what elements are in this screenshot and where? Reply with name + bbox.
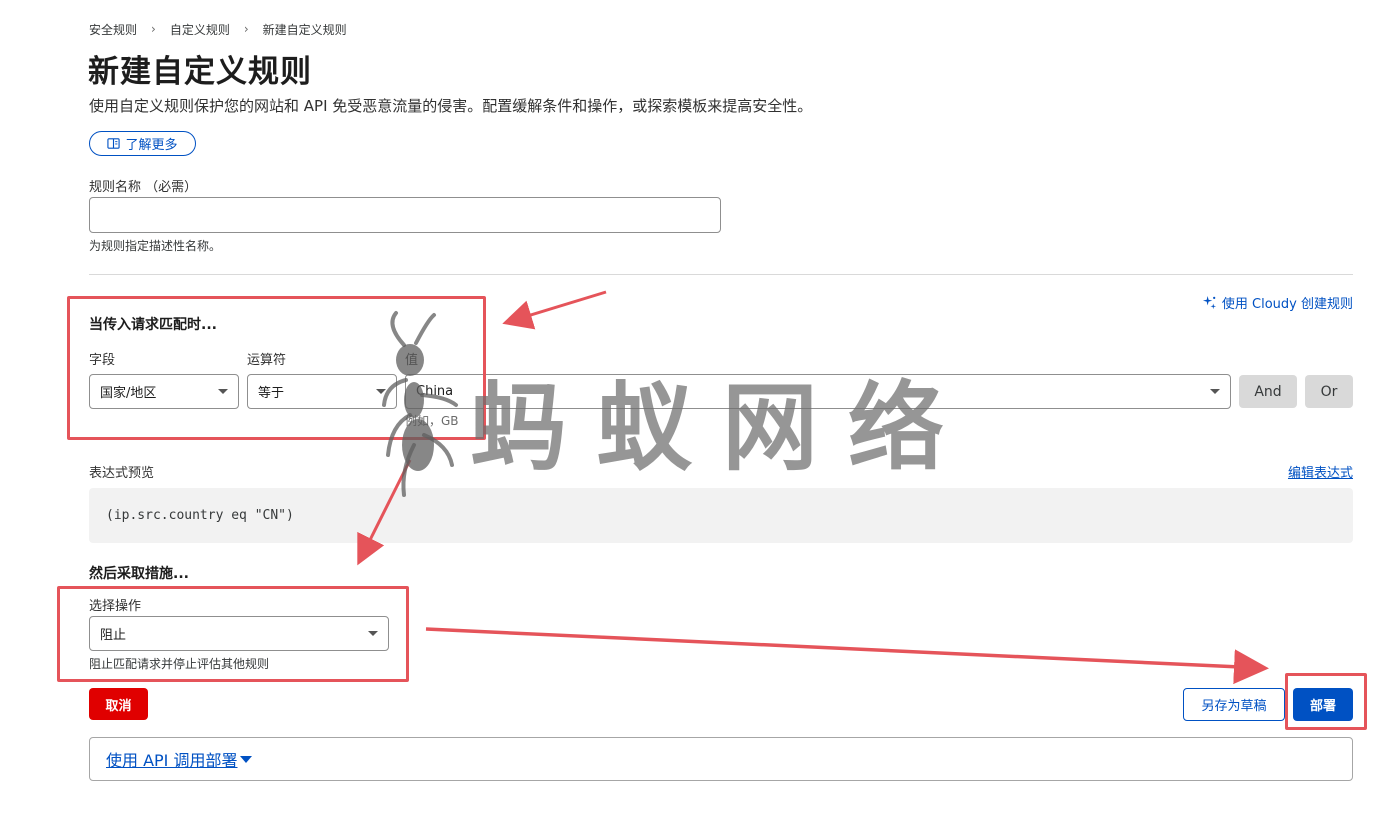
- sparkle-icon: [1202, 295, 1216, 310]
- breadcrumb: 安全规则 › 自定义规则 › 新建自定义规则: [89, 20, 347, 38]
- api-deploy-label: 使用 API 调用部署: [106, 751, 238, 770]
- api-deploy-panel: 使用 API 调用部署: [89, 737, 1353, 781]
- arrow-to-deploy: [425, 627, 1269, 685]
- chevron-down-icon: [368, 631, 378, 636]
- when-heading: 当传入请求匹配时...: [89, 317, 217, 333]
- breadcrumb-separator: ›: [151, 22, 156, 36]
- operator-select[interactable]: 等于: [247, 374, 397, 409]
- breadcrumb-item-custom-rules[interactable]: 自定义规则: [170, 21, 230, 38]
- save-draft-button[interactable]: 另存为草稿: [1183, 688, 1285, 721]
- section-divider: [89, 274, 1353, 275]
- expression-preview-label: 表达式预览: [89, 466, 155, 481]
- value-helper: 例如，GB: [405, 414, 459, 428]
- value-select-value: China: [416, 384, 454, 399]
- field-select-value: 国家/地区: [100, 386, 157, 401]
- page-description: 使用自定义规则保护您的网站和 API 免受恶意流量的侵害。配置缓解条件和操作，或…: [89, 97, 813, 115]
- edit-expression-link[interactable]: 编辑表达式: [1288, 462, 1353, 481]
- chevron-down-icon: [218, 389, 228, 394]
- deploy-button[interactable]: 部署: [1293, 688, 1353, 721]
- watermark-text: 蚂蚁网络: [470, 371, 974, 484]
- caret-down-icon: [239, 755, 252, 763]
- chevron-down-icon: [376, 389, 386, 394]
- expression-preview-box: (ip.src.country eq "CN"): [89, 488, 1353, 543]
- expression-text: (ip.src.country eq "CN"): [106, 508, 294, 523]
- breadcrumb-item-security-rules[interactable]: 安全规则: [89, 21, 137, 38]
- page-title: 新建自定义规则: [88, 54, 312, 90]
- field-select[interactable]: 国家/地区: [89, 374, 239, 409]
- annotation-arrows: [357, 290, 1269, 685]
- and-button[interactable]: And: [1239, 375, 1297, 408]
- rule-name-helper: 为规则指定描述性名称。: [89, 239, 222, 253]
- or-button[interactable]: Or: [1305, 375, 1353, 408]
- action-label: 选择操作: [89, 599, 142, 614]
- cancel-button[interactable]: 取消: [89, 688, 148, 720]
- learn-more-button[interactable]: 了解更多: [89, 131, 196, 156]
- breadcrumb-item-new-rule: 新建自定义规则: [262, 22, 347, 37]
- cloudy-link-label: 使用 Cloudy 创建规则: [1221, 297, 1353, 312]
- then-heading: 然后采取措施...: [89, 566, 189, 582]
- rule-name-label: 规则名称 （必需）: [89, 180, 198, 195]
- chevron-down-icon: [1210, 389, 1220, 394]
- value-label: 值: [405, 353, 419, 368]
- learn-more-label: 了解更多: [125, 138, 178, 153]
- cloudy-create-rule-link[interactable]: 使用 Cloudy 创建规则: [1202, 293, 1353, 312]
- action-select-value: 阻止: [100, 628, 127, 643]
- field-label: 字段: [89, 353, 116, 368]
- operator-select-value: 等于: [258, 386, 285, 401]
- operator-label: 运算符: [247, 353, 287, 368]
- arrow-to-condition: [502, 290, 607, 330]
- value-select[interactable]: China: [405, 374, 1231, 409]
- breadcrumb-separator: ›: [243, 22, 249, 36]
- action-helper: 阻止匹配请求并停止评估其他规则: [89, 657, 270, 671]
- api-deploy-toggle[interactable]: 使用 API 调用部署: [106, 747, 252, 771]
- rule-name-input[interactable]: [89, 197, 721, 233]
- book-icon: [107, 138, 121, 149]
- action-select[interactable]: 阻止: [89, 616, 389, 651]
